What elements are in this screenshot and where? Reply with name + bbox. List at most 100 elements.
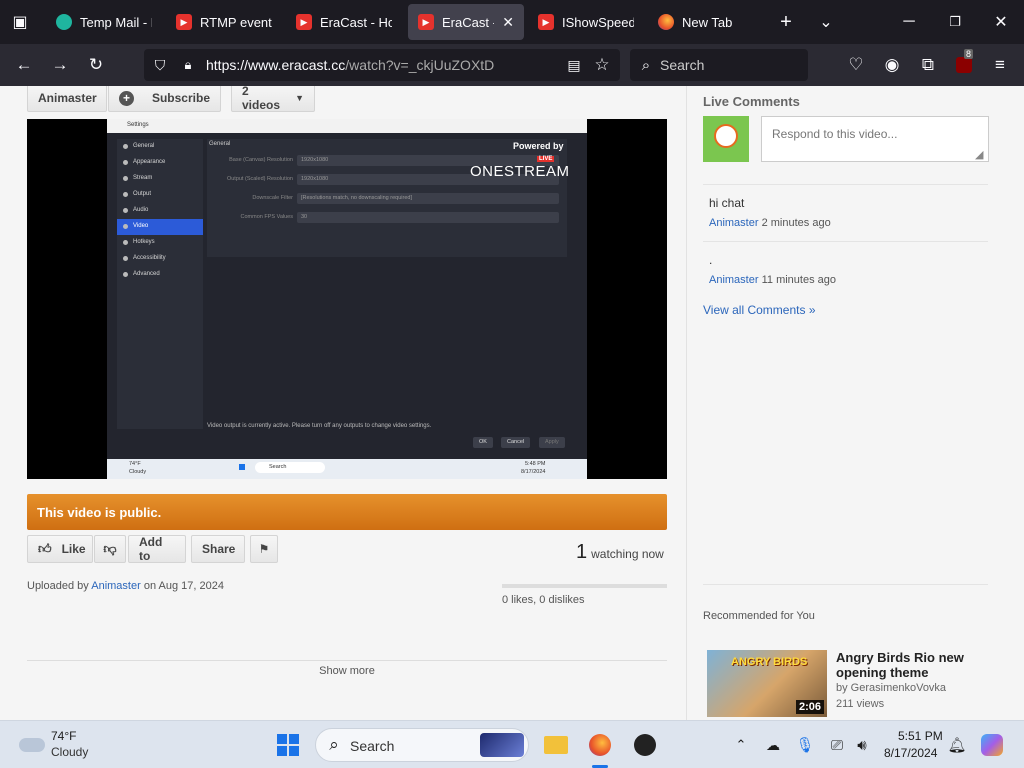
share-button[interactable]: Share	[191, 535, 245, 563]
bell-icon[interactable]: 🔔︎	[945, 733, 969, 757]
back-icon[interactable]: ←	[12, 53, 36, 77]
resize-handle-icon[interactable]: ◢	[975, 148, 983, 161]
close-tab-icon[interactable]: ✕	[502, 14, 514, 31]
url-text[interactable]: https://www.eracast.cc/watch?v=_ckjUuZOX…	[206, 57, 494, 73]
settings-item: Accessibility	[117, 251, 203, 267]
tab-rtmp-event[interactable]: ▶ RTMP event	[166, 4, 282, 40]
share-label: Share	[202, 542, 236, 556]
onestream-logo: ONESTREAM	[470, 163, 570, 180]
recommended-video-title[interactable]: Angry Birds Rio new opening theme	[836, 650, 1006, 680]
view-all-comments-link[interactable]: View all Comments »	[703, 303, 816, 317]
powered-by-text: Powered by	[513, 141, 564, 151]
divider	[703, 584, 988, 585]
tab-label: EraCast - Hom	[320, 14, 392, 30]
pocket-icon[interactable]: ♡	[844, 53, 868, 77]
comment-input[interactable]: Respond to this video...	[761, 116, 989, 162]
comment-time: 2 minutes ago	[761, 217, 831, 229]
show-more-button[interactable]: Show more	[27, 660, 667, 677]
subscribe-button[interactable]: + Subscribe	[108, 86, 221, 112]
shield-icon[interactable]: ⛉	[148, 53, 172, 77]
tab-new-tab[interactable]: New Tab	[648, 4, 764, 40]
settings-item: Audio	[117, 203, 203, 219]
obs-icon[interactable]	[633, 733, 657, 757]
youtube-icon: ▶	[538, 14, 554, 30]
file-explorer-icon[interactable]	[544, 733, 568, 757]
clock-date[interactable]: 8/17/2024	[884, 746, 937, 760]
dislike-button[interactable]: 👎︎	[94, 535, 126, 563]
network-off-icon[interactable]: ☁	[761, 733, 785, 757]
flag-icon: ⚑	[258, 542, 270, 556]
search-placeholder: Search	[660, 57, 705, 73]
video-player[interactable]: Settings General Appearance Stream Outpu…	[27, 119, 667, 479]
extensions-icon[interactable]: ⧉	[916, 53, 940, 77]
recommended-title: Recommended for You	[703, 610, 815, 622]
public-status-bar: This video is public.	[27, 494, 667, 530]
search-bar[interactable]: ⌕ Search	[630, 49, 808, 81]
settings-item-selected: Video	[117, 219, 203, 235]
bookmark-star-icon[interactable]: ☆	[590, 53, 614, 77]
settings-item: Output	[117, 187, 203, 203]
weather-condition[interactable]: Cloudy	[51, 745, 88, 759]
flag-button[interactable]: ⚑	[250, 535, 278, 563]
cloud-icon[interactable]	[18, 733, 46, 757]
weather-temp[interactable]: 74°F	[51, 729, 76, 743]
avatar-face	[714, 124, 738, 148]
display-icon[interactable]: ⎚	[825, 733, 849, 757]
tab-label: Temp Mail - D	[80, 14, 152, 30]
address-bar[interactable]: ⛉ 🔒︎ https://www.eracast.cc/watch?v=_ckj…	[144, 49, 620, 81]
video-duration: 2:06	[795, 700, 824, 714]
browser-nav-bar: ← → ↻ ⛉ 🔒︎ https://www.eracast.cc/watch?…	[0, 44, 1024, 86]
youtube-icon: ▶	[418, 14, 434, 30]
channel-name: Animaster	[38, 91, 97, 105]
ublock-icon[interactable]: 8	[952, 49, 976, 77]
recommended-thumbnail[interactable]: ANGRY BIRDS 2:06	[707, 650, 827, 717]
minimize-icon[interactable]: ─	[898, 11, 920, 33]
youtube-icon: ▶	[176, 14, 192, 30]
taskbar-search-label: Search	[350, 738, 395, 754]
settings-sidebar: General Appearance Stream Output Audio V…	[117, 139, 203, 429]
tab-list-icon[interactable]: ▣	[9, 11, 31, 33]
tab-ishowspeed[interactable]: ▶ IShowSpeed -	[528, 4, 644, 40]
settings-row: Downscale Filter [Resolutions match, no …	[207, 193, 567, 204]
copilot-icon[interactable]	[980, 733, 1004, 757]
chevron-up-icon[interactable]: ⌃	[729, 733, 753, 757]
comment-user-link[interactable]: Animaster	[709, 274, 759, 286]
apply-button: Apply	[539, 437, 565, 448]
taskbar-search[interactable]: ⌕ Search	[315, 728, 529, 762]
firefox-icon	[658, 14, 674, 30]
likes-dislikes-text: 0 likes, 0 dislikes	[502, 594, 585, 606]
videos-dropdown-button[interactable]: 2 videos ▼	[231, 86, 315, 112]
lock-icon[interactable]: 🔒︎	[176, 53, 200, 77]
clock-time[interactable]: 5:51 PM	[898, 729, 943, 743]
like-button[interactable]: 👍︎ Like	[27, 535, 93, 563]
tab-temp-mail[interactable]: Temp Mail - D	[46, 4, 162, 40]
search-highlight-icon	[480, 733, 524, 757]
tab-eracast-live[interactable]: ▶ EraCast - liv ✕	[408, 4, 524, 40]
speaker-icon[interactable]: 🔊︎	[850, 733, 874, 757]
new-tab-icon[interactable]: +	[775, 11, 797, 33]
video-time: 5:48 PM	[525, 461, 546, 467]
reader-view-icon[interactable]: ▤	[562, 53, 586, 77]
microphone-icon[interactable]: 🎙︎	[793, 733, 817, 757]
plus-icon: +	[119, 90, 134, 106]
watching-label: watching now	[591, 547, 664, 561]
like-ratio-bar	[502, 584, 667, 588]
uploader-link[interactable]: Animaster	[91, 580, 141, 592]
panel-heading: General	[209, 141, 231, 147]
live-comments-title: Live Comments	[703, 94, 800, 109]
recommended-uploader: by GerasimenkoVovka	[836, 682, 947, 694]
chevron-down-icon[interactable]: ⌄	[815, 11, 837, 33]
forward-icon[interactable]: →	[48, 53, 72, 77]
channel-name-button[interactable]: Animaster	[27, 86, 107, 112]
reload-icon[interactable]: ↻	[84, 53, 108, 77]
close-window-icon[interactable]: ✕	[990, 11, 1012, 33]
windows-start-icon[interactable]	[276, 733, 300, 757]
add-to-button[interactable]: Add to	[128, 535, 186, 563]
comment-user-link[interactable]: Animaster	[709, 217, 759, 229]
restore-icon[interactable]: ❐	[944, 11, 966, 33]
menu-icon[interactable]: ≡	[988, 53, 1012, 77]
account-icon[interactable]: ◉	[880, 53, 904, 77]
tab-eracast-home[interactable]: ▶ EraCast - Hom	[286, 4, 402, 40]
firefox-taskbar-icon[interactable]	[588, 733, 612, 757]
video-weather-desc: Cloudy	[129, 469, 147, 475]
